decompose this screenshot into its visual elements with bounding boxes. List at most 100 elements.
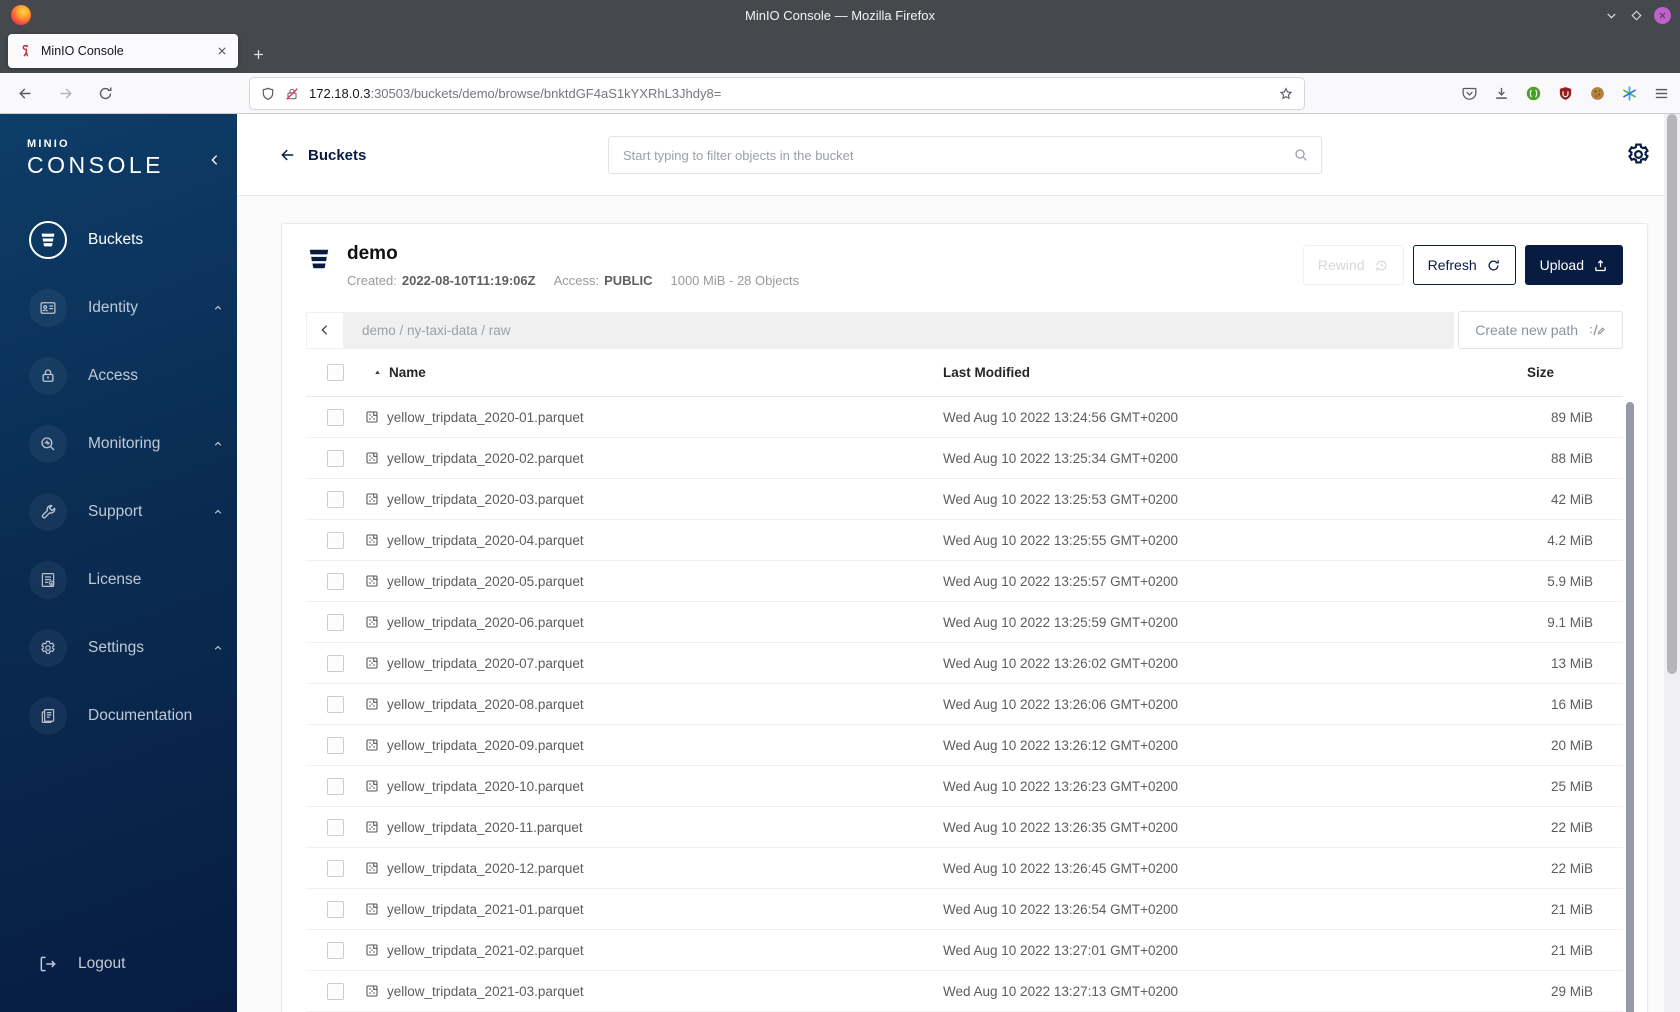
reload-button[interactable] — [97, 85, 114, 102]
created-value: 2022-08-10T11:19:06Z — [401, 273, 536, 288]
window-minimize-icon[interactable] — [1604, 8, 1619, 23]
window-close-button[interactable] — [1654, 6, 1671, 24]
object-name: yellow_tripdata_2021-02.parquet — [387, 942, 584, 958]
sidebar-item-buckets[interactable]: Buckets — [0, 206, 237, 274]
object-last-modified: Wed Aug 10 2022 13:27:01 GMT+0200 — [943, 942, 1179, 958]
object-last-modified: Wed Aug 10 2022 13:25:57 GMT+0200 — [943, 573, 1179, 589]
sidebar: MINIO CONSOLE Buckets Identity Access Mo… — [0, 114, 237, 1012]
tab-title: MinIO Console — [41, 44, 124, 58]
table-row[interactable]: yellow_tripdata_2020-10.parquet Wed Aug … — [306, 766, 1623, 807]
page-scrollbar[interactable] — [1664, 114, 1680, 1012]
object-last-modified: Wed Aug 10 2022 13:26:45 GMT+0200 — [943, 860, 1179, 876]
table-row[interactable]: yellow_tripdata_2020-06.parquet Wed Aug … — [306, 602, 1623, 643]
table-row[interactable]: yellow_tripdata_2021-01.parquet Wed Aug … — [306, 889, 1623, 930]
sidebar-collapse-button[interactable] — [207, 152, 223, 168]
back-button[interactable] — [17, 85, 34, 102]
refresh-button[interactable]: Refresh — [1412, 245, 1516, 285]
row-checkbox[interactable] — [327, 777, 344, 795]
table-row[interactable]: yellow_tripdata_2020-05.parquet Wed Aug … — [306, 561, 1623, 602]
create-new-path-button[interactable]: Create new path — [1458, 311, 1623, 349]
table-row[interactable]: yellow_tripdata_2021-02.parquet Wed Aug … — [306, 930, 1623, 971]
object-file-icon — [364, 901, 380, 917]
row-checkbox[interactable] — [327, 408, 344, 426]
table-row[interactable]: yellow_tripdata_2020-08.parquet Wed Aug … — [306, 684, 1623, 725]
row-checkbox[interactable] — [327, 490, 344, 508]
sort-asc-icon[interactable] — [373, 368, 382, 377]
bucket-header: demo Created: 2022-08-10T11:19:06Z Access… — [306, 224, 1623, 288]
row-checkbox[interactable] — [327, 695, 344, 713]
object-file-icon — [364, 491, 380, 507]
table-row[interactable]: yellow_tripdata_2020-04.parquet Wed Aug … — [306, 520, 1623, 561]
column-last-modified[interactable]: Last Modified — [943, 365, 1527, 380]
insecure-lock-icon[interactable] — [284, 86, 300, 102]
row-checkbox[interactable] — [327, 859, 344, 877]
row-checkbox[interactable] — [327, 900, 344, 918]
identity-icon — [29, 289, 67, 327]
forward-button[interactable] — [57, 85, 74, 102]
breadcrumb-path: demo / ny-taxi-data / raw — [362, 322, 511, 338]
extension-asterisk-icon[interactable] — [1621, 85, 1638, 102]
column-size[interactable]: Size — [1527, 365, 1593, 380]
row-checkbox[interactable] — [327, 982, 344, 1000]
row-checkbox[interactable] — [327, 941, 344, 959]
sidebar-item-monitoring[interactable]: Monitoring — [0, 410, 237, 478]
sidebar-item-settings[interactable]: Settings — [0, 614, 237, 682]
documentation-icon — [29, 697, 67, 735]
create-path-icon — [1588, 321, 1606, 339]
browser-toolbar: 172.18.0.3:30503/buckets/demo/browse/bnk… — [0, 73, 1680, 114]
table-row[interactable]: yellow_tripdata_2020-12.parquet Wed Aug … — [306, 848, 1623, 889]
sidebar-item-access[interactable]: Access — [0, 342, 237, 410]
url-bar[interactable]: 172.18.0.3:30503/buckets/demo/browse/bnk… — [250, 78, 1304, 109]
table-row[interactable]: yellow_tripdata_2020-02.parquet Wed Aug … — [306, 438, 1623, 479]
table-row[interactable]: yellow_tripdata_2020-09.parquet Wed Aug … — [306, 725, 1623, 766]
sidebar-item-identity[interactable]: Identity — [0, 274, 237, 342]
row-checkbox[interactable] — [327, 531, 344, 549]
downloads-icon[interactable] — [1493, 85, 1510, 102]
rewind-button[interactable]: Rewind — [1302, 245, 1404, 285]
back-to-buckets-link[interactable]: Buckets — [279, 114, 366, 196]
cookie-extension-icon[interactable] — [1589, 85, 1606, 102]
table-row[interactable]: yellow_tripdata_2020-11.parquet Wed Aug … — [306, 807, 1623, 848]
ublock-icon[interactable] — [1557, 85, 1574, 102]
row-checkbox[interactable] — [327, 449, 344, 467]
table-row[interactable]: yellow_tripdata_2020-03.parquet Wed Aug … — [306, 479, 1623, 520]
object-file-icon — [364, 409, 380, 425]
sidebar-item-documentation[interactable]: Documentation — [0, 682, 237, 750]
tab-close-icon[interactable] — [215, 44, 229, 58]
object-last-modified: Wed Aug 10 2022 13:26:23 GMT+0200 — [943, 778, 1179, 794]
bucket-actions: Rewind Refresh Upload — [1302, 243, 1623, 288]
column-name[interactable]: Name — [389, 365, 426, 380]
row-checkbox[interactable] — [327, 736, 344, 754]
page-scrollbar-thumb[interactable] — [1667, 114, 1677, 674]
refresh-icon — [1486, 258, 1501, 273]
path-back-button[interactable] — [306, 311, 344, 349]
upload-button[interactable]: Upload — [1524, 245, 1623, 285]
privacy-badger-icon[interactable] — [1525, 85, 1542, 102]
menu-hamburger-icon[interactable] — [1653, 85, 1670, 102]
chevron-up-icon — [212, 302, 224, 314]
object-name: yellow_tripdata_2020-05.parquet — [387, 573, 584, 589]
tracking-shield-icon[interactable] — [260, 86, 276, 102]
window-maximize-icon[interactable] — [1629, 8, 1644, 23]
tab-minio-console[interactable]: MinIO Console — [8, 34, 238, 68]
row-checkbox[interactable] — [327, 572, 344, 590]
pocket-icon[interactable] — [1461, 85, 1478, 102]
bookmark-star-icon[interactable] — [1278, 86, 1294, 102]
sidebar-item-support[interactable]: Support — [0, 478, 237, 546]
table-row[interactable]: yellow_tripdata_2020-07.parquet Wed Aug … — [306, 643, 1623, 684]
table-scrollbar[interactable] — [1626, 402, 1634, 1012]
row-checkbox[interactable] — [327, 654, 344, 672]
sidebar-item-logout[interactable]: Logout — [0, 930, 237, 998]
row-checkbox[interactable] — [327, 613, 344, 631]
close-icon — [1657, 10, 1668, 21]
table-row[interactable]: yellow_tripdata_2021-03.parquet Wed Aug … — [306, 971, 1623, 1012]
new-tab-button[interactable] — [251, 47, 266, 62]
select-all-checkbox[interactable] — [327, 364, 344, 381]
object-name: yellow_tripdata_2020-06.parquet — [387, 614, 584, 630]
bucket-icon — [29, 221, 67, 259]
console-settings-gear-icon[interactable] — [1625, 141, 1652, 168]
sidebar-item-license[interactable]: License — [0, 546, 237, 614]
row-checkbox[interactable] — [327, 818, 344, 836]
table-row[interactable]: yellow_tripdata_2020-01.parquet Wed Aug … — [306, 397, 1623, 438]
filter-objects-input[interactable] — [608, 136, 1322, 174]
